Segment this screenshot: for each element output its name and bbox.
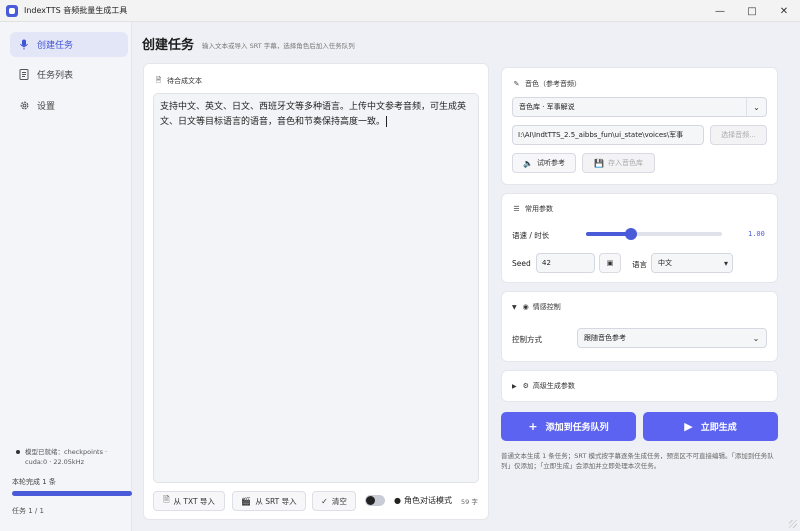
speaker-icon: 🔈 — [523, 158, 533, 168]
page-title: 创建任务 — [142, 38, 195, 53]
control-mode-label: 控制方式 — [512, 335, 542, 344]
save-icon: 💾 — [594, 158, 604, 168]
control-mode-select[interactable]: 跟随音色参考 ⌄ — [577, 328, 767, 348]
sidebar-item-task-list[interactable]: 任务列表 — [10, 62, 128, 87]
app-logo-icon — [6, 4, 18, 17]
text-content: 支持中文、英文、日文、西班牙文等多种语言。上传中文参考音频，可生成英文、日文等目… — [160, 102, 467, 127]
speech-bubble-icon: ● — [394, 496, 401, 505]
triangle-down-icon: ▼ — [512, 303, 517, 311]
dice-icon: ▣ — [606, 259, 614, 267]
speed-label: 语速 / 时长 — [512, 231, 550, 240]
chevron-down-icon: ▾ — [723, 258, 728, 268]
sidebar-item-label: 创建任务 — [37, 41, 74, 51]
random-seed-button[interactable]: ▣ — [599, 253, 621, 273]
add-to-queue-button[interactable]: + 添加到任务队列 — [501, 412, 636, 441]
progress-bar — [12, 491, 132, 496]
task-counter: 任务 1 / 1 — [12, 507, 44, 515]
sidebar: 创建任务 任务列表 设置 模型已就绪：checkpoints · cuda:0 … — [0, 22, 132, 531]
progress-bar-fill — [12, 491, 132, 496]
import-srt-button[interactable]: 🎬 从 SRT 导入 — [232, 491, 306, 511]
play-icon: ▶ — [684, 420, 693, 433]
list-icon — [18, 69, 30, 81]
model-status: 模型已就绪：checkpoints · cuda:0 · 22.05kHz — [16, 447, 126, 467]
clapperboard-icon: 🎬 — [241, 496, 252, 506]
text-card-title: 🗎 待合成文本 — [155, 75, 202, 86]
text-caret — [386, 116, 388, 127]
sliders-icon: ☰ — [513, 205, 520, 213]
seed-input[interactable]: 42 — [536, 253, 595, 273]
minimize-button[interactable]: — — [704, 0, 736, 22]
language-select[interactable]: 中文 ▾ — [651, 253, 733, 273]
settings-icon: ⚙ — [522, 382, 529, 390]
page-subtitle: 输入文本或导入 SRT 字幕，选择角色后加入任务队列 — [202, 42, 355, 50]
chevron-down-icon: ⌄ — [746, 98, 766, 116]
model-status-text: 模型已就绪：checkpoints · cuda:0 · 22.05kHz — [25, 448, 108, 466]
emotion-card-header[interactable]: ▼ ◉ 情感控制 — [512, 302, 561, 312]
microphone-icon — [18, 39, 30, 51]
gear-icon — [18, 100, 30, 112]
seed-label: Seed — [512, 259, 531, 268]
preview-reference-button[interactable]: 🔈 试听参考 — [512, 153, 576, 173]
chevron-down-icon: ⌄ — [752, 333, 760, 343]
file-icon: 🗎 — [163, 495, 170, 504]
reference-path-field[interactable]: I:\AI\IndtTTS_2.5_aibbs_fun\ui_state\voi… — [512, 125, 704, 145]
sidebar-item-label: 任务列表 — [37, 71, 74, 81]
clear-button[interactable]: ✓ 清空 — [312, 491, 356, 511]
title-bar: IndexTTS 音频批量生成工具 — □ ✕ — [0, 0, 800, 22]
speed-slider-thumb[interactable] — [624, 228, 637, 240]
window-title: IndexTTS 音频批量生成工具 — [24, 6, 128, 15]
role-dialog-label: ● 角色对话模式 — [394, 496, 452, 505]
voice-select[interactable]: 音色库 · 军事解说 ⌄ — [512, 97, 767, 117]
char-count: 59 字 — [461, 498, 478, 506]
resize-grip-icon[interactable] — [789, 520, 797, 528]
pen-icon: ✎ — [513, 80, 520, 88]
speed-slider[interactable] — [586, 228, 722, 240]
params-card-title: ☰ 常用参数 — [513, 205, 553, 213]
choose-audio-button[interactable]: 选择音频... — [710, 125, 767, 145]
sidebar-item-label: 设置 — [37, 102, 56, 112]
progress-label: 本轮完成 1 条 — [12, 478, 56, 486]
voice-card-title: ✎ 音色（参考音频） — [513, 80, 581, 88]
action-hint: 普通文本生成 1 条任务；SRT 模式按字幕逐条生成任务，预览区不可直接编辑。「… — [501, 452, 774, 470]
save-to-library-button[interactable]: 💾 存入音色库 — [582, 153, 655, 173]
sidebar-item-create-task[interactable]: 创建任务 — [10, 32, 128, 57]
document-icon: 🗎 — [155, 75, 162, 84]
generate-now-button[interactable]: ▶ 立即生成 — [643, 412, 778, 441]
speed-value: 1.00 — [748, 230, 765, 238]
import-txt-button[interactable]: 🗎 从 TXT 导入 — [153, 491, 225, 511]
status-dot-icon — [16, 450, 20, 454]
language-label: 语言 — [632, 260, 647, 269]
triangle-right-icon: ▶ — [512, 382, 517, 390]
plus-icon: + — [528, 420, 538, 433]
role-dialog-toggle[interactable] — [365, 495, 385, 506]
broom-icon: ✓ — [321, 496, 328, 506]
sidebar-item-settings[interactable]: 设置 — [10, 93, 128, 118]
text-input-area[interactable]: 支持中文、英文、日文、西班牙文等多种语言。上传中文参考音频，可生成英文、日文等目… — [153, 93, 479, 483]
close-button[interactable]: ✕ — [768, 0, 800, 22]
advanced-card-header[interactable]: ▶ ⚙ 高级生成参数 — [512, 381, 575, 391]
emotion-icon: ◉ — [522, 303, 529, 311]
maximize-button[interactable]: □ — [736, 0, 768, 22]
